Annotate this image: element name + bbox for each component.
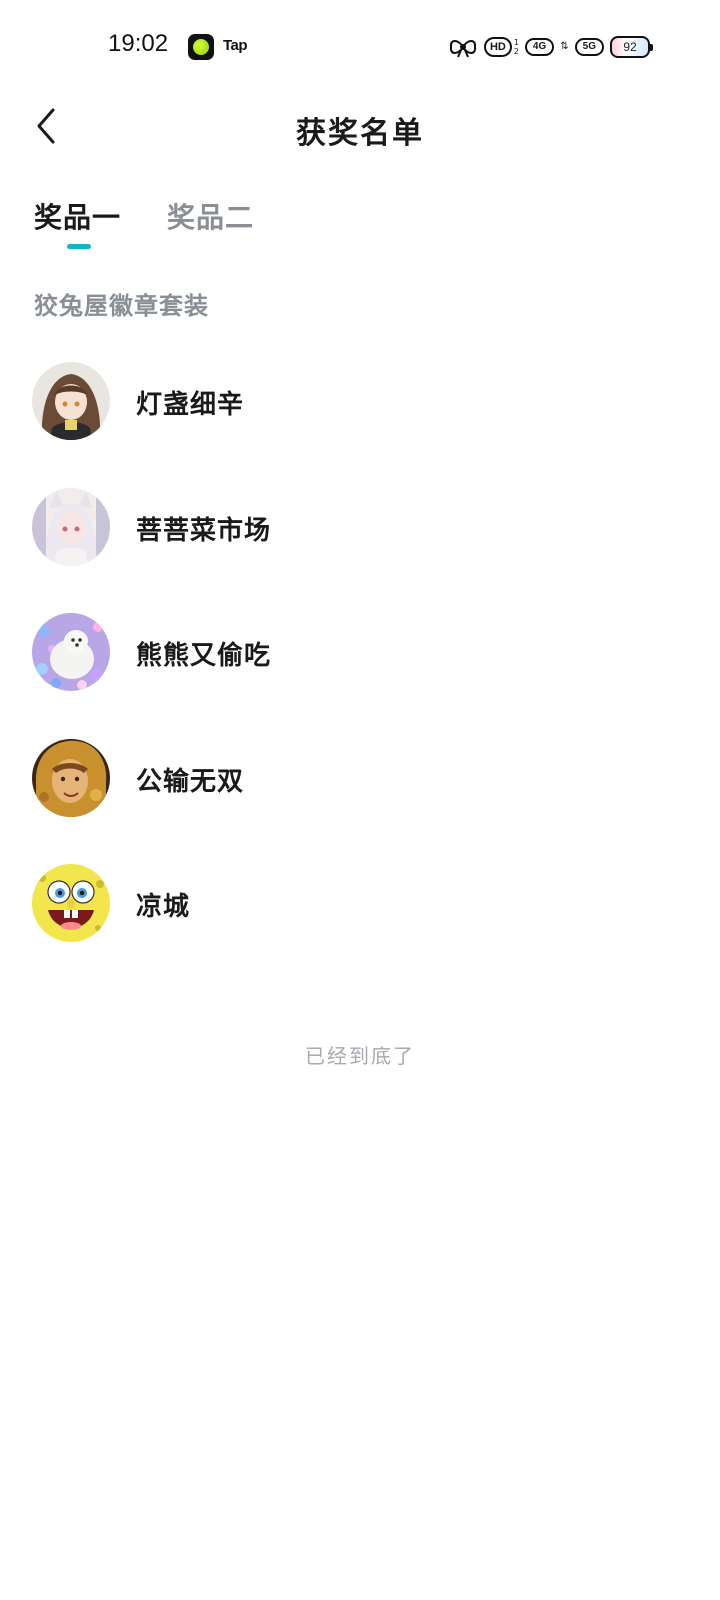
anime-girl-avatar-image <box>32 362 110 440</box>
screen: 19:02 Tap HD 1 2 4G ⇅ 5G 92 获奖名单 奖品一 奖品二… <box>0 0 720 1600</box>
avatar[interactable] <box>32 613 110 691</box>
winner-list: 灯盏细辛 菩菩菜市场 熊熊又偷吃 公输无双 凉城 <box>0 360 720 988</box>
tab-prize-1[interactable]: 奖品一 <box>34 196 121 256</box>
battery-level: 92 <box>623 40 637 54</box>
network-4g-badge: 4G <box>524 38 555 56</box>
winner-name: 菩菩菜市场 <box>136 515 272 546</box>
signal-sub-labels: 1 2 <box>514 38 519 56</box>
nav-bar: 获奖名单 <box>0 94 720 158</box>
data-arrows-icon: ⇅ <box>560 41 569 52</box>
winner-name: 公输无双 <box>136 766 245 797</box>
hd-badge: HD <box>483 37 512 57</box>
prize-name: 狡兔屋徽章套装 <box>34 292 209 320</box>
signal-sub-top: 1 <box>513 38 519 47</box>
end-of-list-text: 已经到底了 <box>305 1044 415 1068</box>
winner-row[interactable]: 灯盏细辛 <box>0 360 720 486</box>
white-dog-flowers-avatar-image <box>32 613 110 691</box>
winner-row[interactable]: 熊熊又偷吃 <box>0 611 720 737</box>
winner-row[interactable]: 公输无双 <box>0 737 720 863</box>
status-time: 19:02 <box>108 30 169 57</box>
page-title: 获奖名单 <box>296 116 424 151</box>
winner-name: 灯盏细辛 <box>136 390 245 420</box>
status-bar: 19:02 Tap HD 1 2 4G ⇅ 5G 92 <box>0 0 720 94</box>
cat-ear-girl-avatar-image <box>32 487 110 566</box>
prize-tabs: 奖品一 奖品二 <box>34 196 254 256</box>
tap-app-icon <box>188 34 214 60</box>
avatar[interactable] <box>32 864 110 942</box>
tab-prize-2-label: 奖品二 <box>167 201 255 234</box>
battery-icon: 92 <box>610 36 653 58</box>
bow-icon <box>449 40 476 58</box>
spongebob-avatar-image <box>32 864 110 942</box>
signal-sub-bottom: 2 <box>513 47 519 56</box>
avatar[interactable] <box>32 362 110 440</box>
tab-prize-2[interactable]: 奖品二 <box>167 196 254 256</box>
tab-prize-1-label: 奖品一 <box>34 201 122 234</box>
winner-name: 熊熊又偷吃 <box>136 641 272 671</box>
warrior-avatar-image <box>32 738 110 817</box>
winner-row[interactable]: 凉城 <box>0 862 720 988</box>
avatar[interactable] <box>32 487 110 566</box>
status-icons: HD 1 2 4G ⇅ 5G 92 <box>448 33 653 61</box>
avatar[interactable] <box>32 738 110 817</box>
tap-app-label: Tap <box>223 37 248 54</box>
winner-name: 凉城 <box>136 892 191 922</box>
active-tab-indicator <box>67 244 91 249</box>
network-5g-badge: 5G <box>574 38 604 56</box>
winner-row[interactable]: 菩菩菜市场 <box>0 486 720 612</box>
